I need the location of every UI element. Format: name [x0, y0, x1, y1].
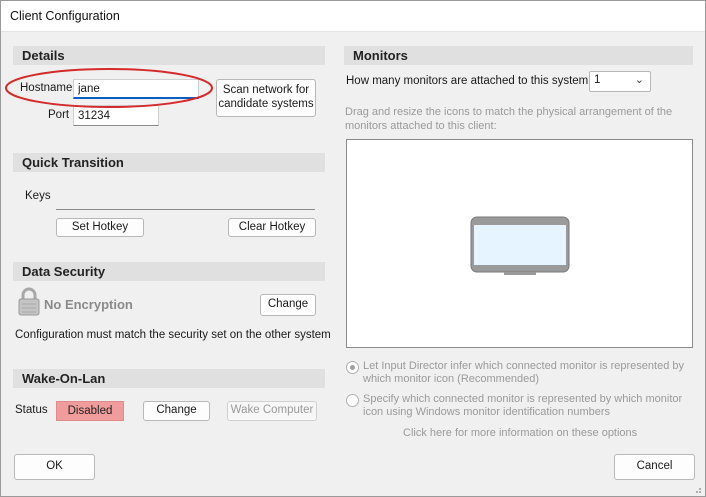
encryption-status: No Encryption — [44, 297, 133, 312]
info-link[interactable]: Click here for more information on these… — [403, 427, 637, 439]
option-infer-label: Let Input Director infer which connected… — [363, 360, 684, 385]
monitor-arrangement-area[interactable] — [346, 139, 693, 348]
scan-network-button[interactable]: Scan network for candidate systems — [216, 79, 316, 117]
security-note: Configuration must match the security se… — [15, 329, 331, 341]
wol-status-badge: Disabled — [56, 401, 124, 421]
keys-label: Keys — [25, 190, 51, 202]
wol-status-label: Status — [15, 404, 48, 416]
monitor-count-select[interactable]: 1 ⌄ — [589, 71, 651, 92]
hostname-label: Hostname — [20, 82, 73, 94]
wol-change-button[interactable]: Change — [143, 401, 210, 421]
clear-hotkey-button[interactable]: Clear Hotkey — [228, 218, 316, 237]
wake-on-lan-header: Wake-On-Lan — [13, 369, 325, 388]
port-label: Port — [48, 109, 70, 121]
lock-icon — [18, 286, 40, 319]
window-title: Client Configuration — [10, 9, 120, 23]
title-bar: Client Configuration — [1, 1, 705, 32]
port-input[interactable] — [73, 105, 159, 126]
monitor-icon[interactable] — [470, 216, 570, 279]
monitors-header: Monitors — [344, 46, 693, 65]
wake-computer-button[interactable]: Wake Computer — [227, 401, 317, 421]
option-infer-radio[interactable]: Let Input Director infer which connected… — [346, 360, 691, 386]
resize-grip-icon[interactable] — [692, 483, 702, 493]
hostname-input[interactable] — [73, 79, 199, 99]
drag-hint: Drag and resize the icons to match the p… — [345, 106, 673, 132]
data-security-header: Data Security — [13, 262, 325, 281]
quick-transition-header: Quick Transition — [13, 153, 325, 172]
option-specify-radio[interactable]: Specify which connected monitor is repre… — [346, 393, 691, 419]
details-header: Details — [13, 46, 325, 65]
cancel-button[interactable]: Cancel — [614, 454, 695, 480]
option-specify-label: Specify which connected monitor is repre… — [363, 393, 683, 418]
client-configuration-dialog: Client Configuration Details Hostname Po… — [0, 0, 706, 497]
radio-checked-icon — [346, 361, 359, 374]
security-change-button[interactable]: Change — [260, 294, 316, 316]
hotkey-field[interactable] — [56, 209, 315, 210]
radio-unchecked-icon — [346, 394, 359, 407]
chevron-down-icon: ⌄ — [634, 74, 644, 86]
monitor-count-question: How many monitors are attached to this s… — [346, 75, 589, 87]
ok-button[interactable]: OK — [14, 454, 95, 480]
set-hotkey-button[interactable]: Set Hotkey — [56, 218, 144, 237]
monitor-count-value: 1 — [594, 74, 601, 86]
